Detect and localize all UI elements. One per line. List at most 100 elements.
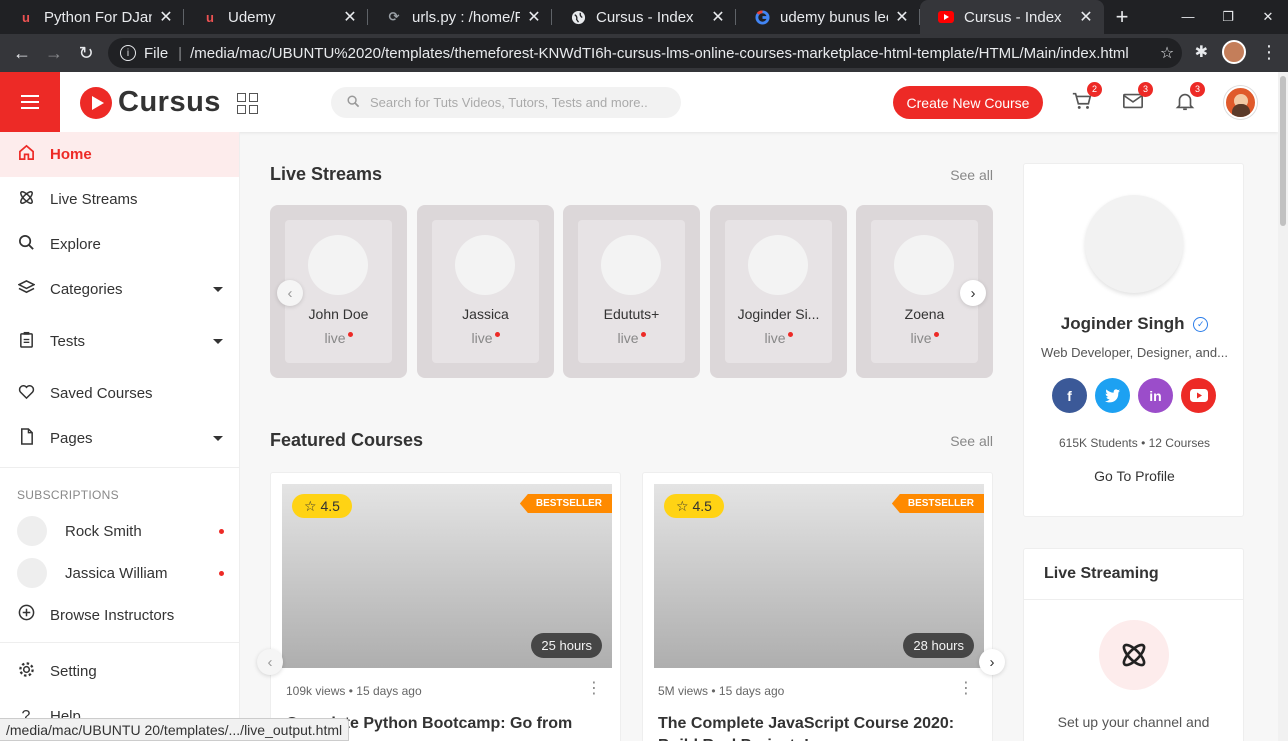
meta-separator: • bbox=[711, 684, 719, 698]
live-dot-icon bbox=[494, 332, 500, 337]
url-text[interactable]: /media/mac/UBUNTU%2020/templates/themefo… bbox=[190, 45, 1152, 62]
minimize-icon[interactable]: — bbox=[1168, 0, 1208, 34]
notification-badge: 3 bbox=[1190, 82, 1205, 97]
carousel-next-button[interactable]: › bbox=[960, 280, 986, 306]
more-options-icon[interactable]: ⋮ bbox=[958, 678, 974, 698]
carousel-next-button[interactable]: › bbox=[979, 649, 1005, 675]
avatar bbox=[894, 235, 954, 295]
rating-badge: ☆ 4.5 bbox=[664, 494, 724, 518]
close-window-icon[interactable]: ✕ bbox=[1248, 0, 1288, 34]
back-icon[interactable]: ← bbox=[6, 43, 38, 64]
info-icon[interactable]: i bbox=[120, 45, 136, 61]
sidebar-item-explore[interactable]: Explore bbox=[0, 222, 239, 267]
sidebar-item-label: Setting bbox=[50, 663, 97, 680]
live-stream-card[interactable]: Jassica live bbox=[417, 205, 554, 378]
close-icon[interactable]: ✕ bbox=[894, 7, 910, 27]
twitter-icon[interactable] bbox=[1095, 378, 1130, 413]
live-status: live bbox=[432, 330, 539, 346]
course-views: 109k views bbox=[286, 684, 346, 698]
layers-icon bbox=[16, 279, 36, 301]
sidebar-item-saved-courses[interactable]: Saved Courses bbox=[0, 371, 239, 416]
create-new-course-button[interactable]: Create New Course bbox=[893, 86, 1043, 119]
facebook-icon[interactable]: f bbox=[1052, 378, 1087, 413]
search-bar bbox=[331, 87, 681, 118]
profile-avatar[interactable] bbox=[1085, 195, 1183, 293]
mail-icon[interactable]: 3 bbox=[1121, 82, 1153, 114]
new-tab-button[interactable]: + bbox=[1104, 0, 1140, 34]
browser-menu-icon[interactable]: ⋮ bbox=[1260, 42, 1278, 63]
browser-tab-active[interactable]: Cursus - Index ✕ bbox=[920, 0, 1104, 34]
forward-icon[interactable]: → bbox=[38, 43, 70, 64]
course-card[interactable]: ☆ 4.5 BESTSELLER 28 hours 5M views • 15 … bbox=[642, 472, 993, 741]
section-title: Featured Courses bbox=[270, 430, 424, 450]
close-icon[interactable]: ✕ bbox=[526, 7, 542, 27]
sidebar-item-home[interactable]: Home bbox=[0, 132, 239, 177]
see-all-link[interactable]: See all bbox=[950, 167, 993, 183]
browser-tab[interactable]: u Python For DJan ✕ bbox=[0, 0, 184, 34]
sidebar-item-pages[interactable]: Pages bbox=[0, 416, 239, 461]
live-dot-icon bbox=[347, 332, 353, 337]
sidebar-item-tests[interactable]: Tests bbox=[0, 312, 239, 371]
page-scrollbar[interactable] bbox=[1278, 72, 1288, 741]
udemy-icon: u bbox=[206, 9, 214, 25]
notification-bell-icon[interactable]: 3 bbox=[1173, 82, 1205, 114]
close-icon[interactable]: ✕ bbox=[342, 7, 358, 27]
scrollbar-thumb[interactable] bbox=[1280, 76, 1286, 226]
reload-icon[interactable]: ↻ bbox=[70, 43, 102, 64]
cart-badge: 2 bbox=[1087, 82, 1102, 97]
close-icon[interactable]: ✕ bbox=[710, 7, 726, 27]
plus-circle-icon bbox=[17, 604, 35, 626]
url-field[interactable]: i File | /media/mac/UBUNTU%2020/template… bbox=[108, 38, 1182, 68]
carousel-prev-button[interactable]: ‹ bbox=[277, 280, 303, 306]
browser-tab[interactable]: ⟳ urls.py : /home/F ✕ bbox=[368, 0, 552, 34]
carousel-prev-button[interactable]: ‹ bbox=[257, 649, 283, 675]
verified-check-icon: ✓ bbox=[1193, 317, 1209, 333]
sidebar-item-browse-instructors[interactable]: Browse Instructors bbox=[0, 594, 239, 636]
go-to-profile-link[interactable]: Go To Profile bbox=[1024, 468, 1245, 484]
browser-tab[interactable]: u Udemy ✕ bbox=[184, 0, 368, 34]
sidebar-item-live-streams[interactable]: Live Streams bbox=[0, 177, 239, 222]
course-thumbnail[interactable]: ☆ 4.5 BESTSELLER 28 hours bbox=[654, 484, 984, 668]
hamburger-menu-button[interactable] bbox=[0, 72, 60, 132]
subscription-item[interactable]: Rock Smith bbox=[0, 510, 239, 552]
live-stream-card[interactable]: Edututs+ live bbox=[563, 205, 700, 378]
sidebar-item-label: Saved Courses bbox=[50, 385, 153, 402]
browser-tab[interactable]: udemy bunus lec ✕ bbox=[736, 0, 920, 34]
address-bar: ← → ↻ i File | /media/mac/UBUNTU%2020/te… bbox=[0, 34, 1288, 72]
live-dot-icon bbox=[219, 571, 224, 576]
extensions-icon[interactable]: ✱ bbox=[1195, 42, 1208, 62]
chevron-down-icon[interactable] bbox=[213, 339, 223, 344]
linkedin-icon[interactable]: in bbox=[1138, 378, 1173, 413]
sidebar-item-setting[interactable]: Setting bbox=[0, 649, 239, 694]
chevron-down-icon[interactable] bbox=[213, 287, 223, 292]
cart-icon[interactable]: 2 bbox=[1070, 82, 1102, 114]
profile-courses: 12 Courses bbox=[1148, 436, 1210, 450]
more-options-icon[interactable]: ⋮ bbox=[586, 678, 602, 698]
profile-name: Joginder Singh bbox=[1060, 314, 1185, 333]
course-thumbnail[interactable]: ☆ 4.5 BESTSELLER 25 hours bbox=[282, 484, 612, 668]
course-views: 5M views bbox=[658, 684, 709, 698]
browser-profile-avatar[interactable] bbox=[1222, 40, 1246, 64]
bookmark-star-icon[interactable]: ☆ bbox=[1152, 43, 1182, 63]
streamer-name: Joginder Si... bbox=[737, 306, 820, 322]
status-bar-url: /media/mac/UBUNTU 20/templates/.../live_… bbox=[0, 718, 350, 741]
youtube-icon[interactable] bbox=[1181, 378, 1216, 413]
sidebar-item-label: Explore bbox=[50, 236, 101, 253]
see-all-link[interactable]: See all bbox=[950, 433, 993, 449]
live-stream-card[interactable]: Joginder Si... live bbox=[710, 205, 847, 378]
maximize-icon[interactable]: ❐ bbox=[1208, 0, 1248, 34]
chevron-down-icon[interactable] bbox=[213, 436, 223, 441]
course-title[interactable]: The Complete JavaScript Course 2020: Bui… bbox=[658, 713, 978, 741]
subscription-item[interactable]: Jassica William bbox=[0, 552, 239, 594]
streamer-name: Zoena bbox=[904, 306, 945, 322]
sidebar-item-categories[interactable]: Categories bbox=[0, 267, 239, 312]
grid-menu-icon[interactable] bbox=[237, 93, 258, 114]
close-icon[interactable]: ✕ bbox=[158, 7, 174, 27]
close-icon[interactable]: ✕ bbox=[1078, 7, 1094, 27]
course-card[interactable]: ☆ 4.5 BESTSELLER 25 hours 109k views • 1… bbox=[270, 472, 621, 741]
browser-tab[interactable]: Cursus - Index ✕ bbox=[552, 0, 736, 34]
course-meta: 109k views • 15 days ago bbox=[286, 684, 422, 698]
search-input[interactable] bbox=[370, 95, 660, 110]
logo[interactable]: Cursus bbox=[80, 86, 221, 119]
user-avatar[interactable] bbox=[1224, 86, 1257, 119]
